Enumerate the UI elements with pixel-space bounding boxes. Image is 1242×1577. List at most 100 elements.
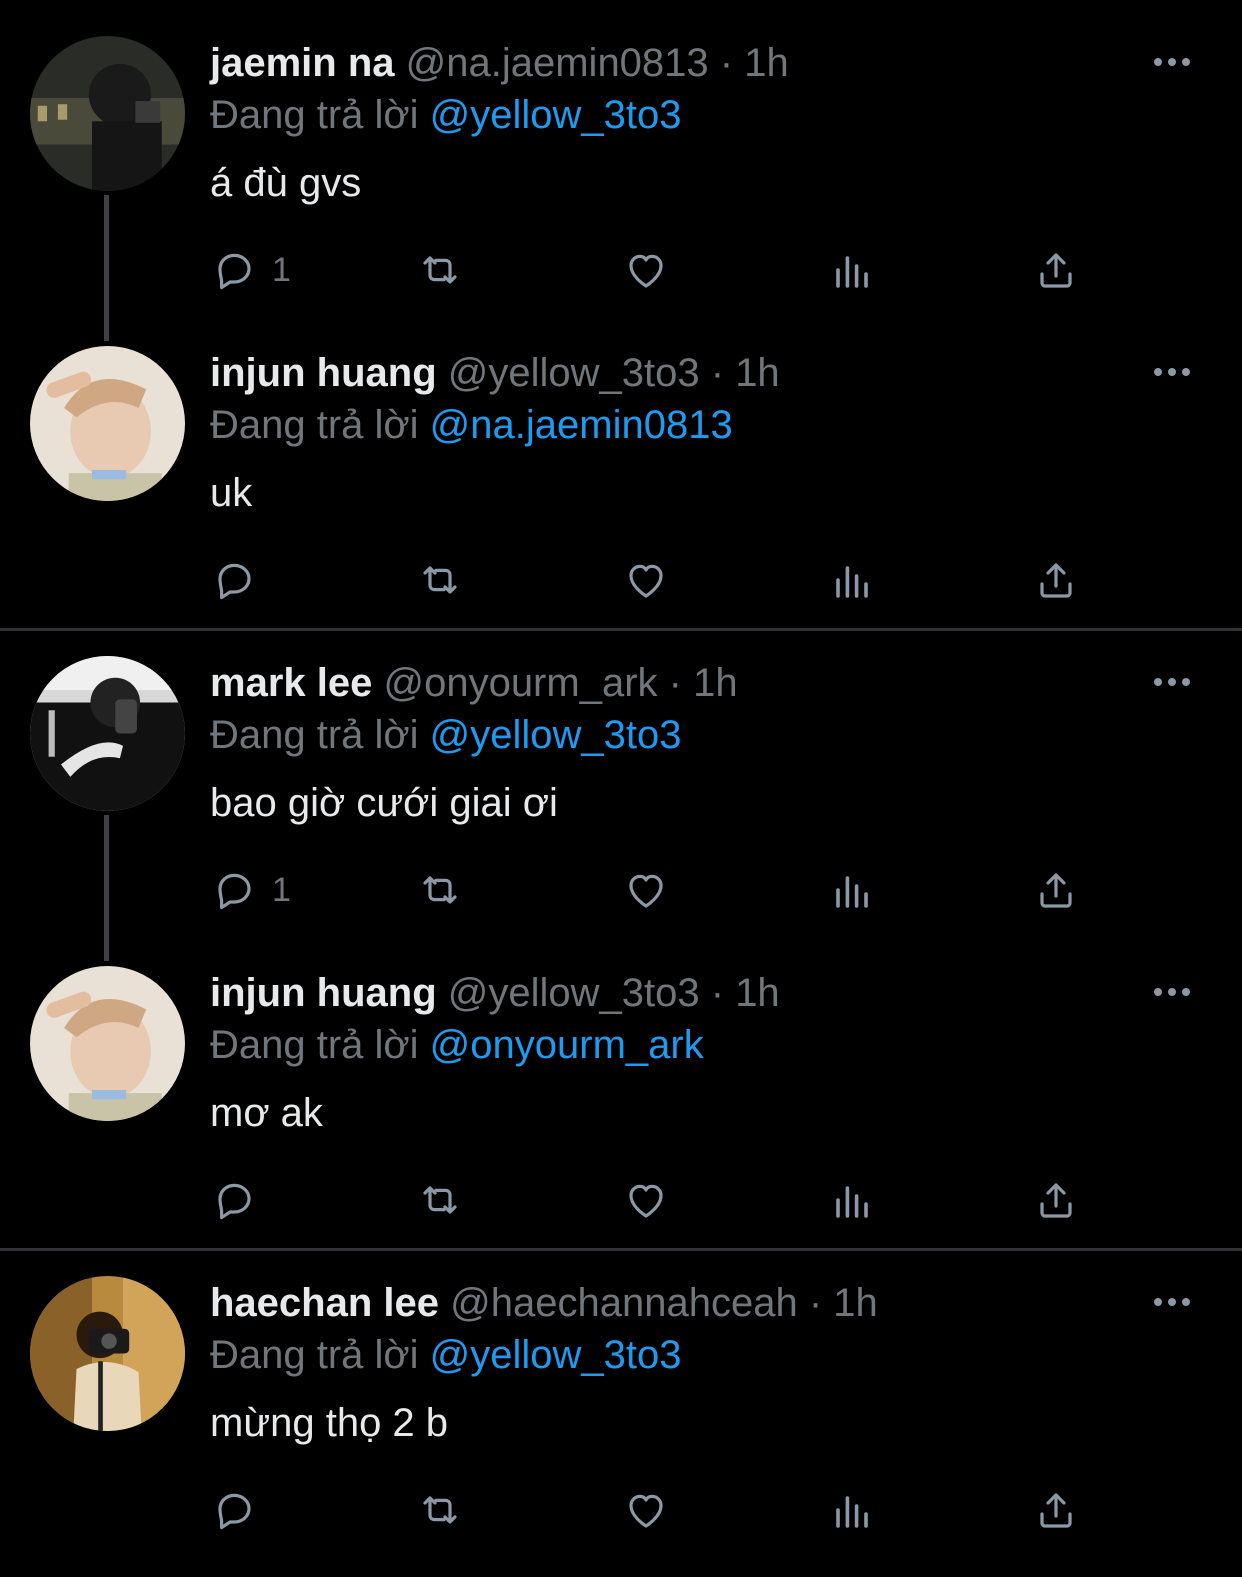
views-button[interactable] <box>828 244 876 296</box>
retweet-button[interactable] <box>416 1484 464 1536</box>
retweet-icon <box>423 1186 457 1214</box>
share-button[interactable] <box>1032 1174 1080 1226</box>
like-button[interactable] <box>622 864 670 916</box>
tweet-text: á đù gvs <box>210 161 362 205</box>
author-handle[interactable]: @onyourm_ark <box>383 661 657 705</box>
avatar-photo <box>30 346 185 501</box>
mention-link[interactable]: @onyourm_ark <box>430 1023 704 1067</box>
more-icon <box>1154 58 1190 66</box>
author-handle[interactable]: @yellow_3to3 <box>448 351 700 395</box>
avatar-photo <box>30 966 185 1121</box>
replying-to-label: Đang trả lời <box>210 1333 419 1377</box>
mention-link[interactable]: @yellow_3to3 <box>430 713 682 757</box>
views-button[interactable] <box>828 1484 876 1536</box>
author-handle[interactable]: @na.jaemin0813 <box>406 41 709 85</box>
like-icon <box>629 564 663 598</box>
author-handle[interactable]: @haechannahceah <box>450 1281 798 1325</box>
timestamp[interactable]: 1h <box>744 41 789 85</box>
like-icon <box>629 874 663 908</box>
retweet-icon <box>423 876 457 904</box>
like-button[interactable] <box>622 554 670 606</box>
reply-icon <box>218 1493 251 1530</box>
reply-button[interactable]: 1 <box>210 244 291 296</box>
mention-link[interactable]: @yellow_3to3 <box>430 93 682 137</box>
share-icon <box>1040 873 1072 908</box>
more-options-button[interactable] <box>1150 50 1194 74</box>
author-name[interactable]: jaemin na <box>210 41 395 85</box>
share-button[interactable] <box>1032 244 1080 296</box>
retweet-button[interactable] <box>416 244 464 296</box>
like-button[interactable] <box>622 1174 670 1226</box>
more-options-button[interactable] <box>1150 670 1194 694</box>
more-options-button[interactable] <box>1150 1290 1194 1314</box>
author-handle[interactable]: @yellow_3to3 <box>448 971 700 1015</box>
avatar[interactable] <box>30 656 185 811</box>
separator-dot: · <box>719 41 734 85</box>
tweet-text: bao giờ cưới giai ơi <box>210 781 558 825</box>
views-button[interactable] <box>828 1174 876 1226</box>
tweet[interactable]: jaemin na @na.jaemin0813 · 1h Đang trả l… <box>0 0 1242 310</box>
retweet-icon <box>423 566 457 594</box>
like-icon <box>629 1184 663 1218</box>
avatar[interactable] <box>30 346 185 501</box>
reply-button[interactable]: 1 <box>210 864 291 916</box>
like-icon <box>629 1494 663 1528</box>
reply-icon <box>218 1183 251 1220</box>
views-button[interactable] <box>828 554 876 606</box>
replying-to: Đang trả lời @yellow_3to3 <box>210 1332 682 1378</box>
reply-icon <box>218 253 251 290</box>
reply-button[interactable] <box>210 1174 272 1226</box>
replying-to-label: Đang trả lời <box>210 93 419 137</box>
views-icon <box>836 1186 868 1218</box>
share-button[interactable] <box>1032 554 1080 606</box>
more-icon <box>1154 988 1190 996</box>
reply-button[interactable] <box>210 1484 272 1536</box>
more-options-button[interactable] <box>1150 980 1194 1004</box>
retweet-button[interactable] <box>416 864 464 916</box>
tweet-header: injun huang @yellow_3to3 · 1h <box>210 350 780 396</box>
author-name[interactable]: haechan lee <box>210 1281 439 1325</box>
avatar[interactable] <box>30 36 185 191</box>
replying-to-label: Đang trả lời <box>210 403 419 447</box>
timestamp[interactable]: 1h <box>693 661 738 705</box>
tweet[interactable]: injun huang @yellow_3to3 · 1h Đang trả l… <box>0 310 1242 620</box>
mention-link[interactable]: @na.jaemin0813 <box>430 403 733 447</box>
share-icon <box>1040 253 1072 288</box>
timestamp[interactable]: 1h <box>735 971 780 1015</box>
replying-to-label: Đang trả lời <box>210 1023 419 1067</box>
mention-link[interactable]: @yellow_3to3 <box>430 1333 682 1377</box>
like-button[interactable] <box>622 244 670 296</box>
more-options-button[interactable] <box>1150 360 1194 384</box>
share-button[interactable] <box>1032 864 1080 916</box>
avatar[interactable] <box>30 966 185 1121</box>
action-bar: 1 <box>0 230 1242 310</box>
author-name[interactable]: injun huang <box>210 971 437 1015</box>
separator-dot: · <box>710 971 725 1015</box>
reply-icon <box>218 563 251 600</box>
retweet-button[interactable] <box>416 554 464 606</box>
tweet[interactable]: mark lee @onyourm_ark · 1h Đang trả lời … <box>0 620 1242 930</box>
tweet-text: mơ ak <box>210 1091 323 1135</box>
share-button[interactable] <box>1032 1484 1080 1536</box>
avatar[interactable] <box>30 1276 185 1431</box>
timestamp[interactable]: 1h <box>735 351 780 395</box>
timestamp[interactable]: 1h <box>833 1281 878 1325</box>
more-icon <box>1154 1298 1190 1306</box>
views-icon <box>836 876 868 908</box>
tweet[interactable]: haechan lee @haechannahceah · 1h Đang tr… <box>0 1240 1242 1550</box>
views-button[interactable] <box>828 864 876 916</box>
tweet[interactable]: injun huang @yellow_3to3 · 1h Đang trả l… <box>0 930 1242 1240</box>
retweet-button[interactable] <box>416 1174 464 1226</box>
reply-button[interactable] <box>210 554 272 606</box>
retweet-icon <box>423 1496 457 1524</box>
author-name[interactable]: injun huang <box>210 351 437 395</box>
share-icon <box>1040 1183 1072 1218</box>
separator-dot: · <box>710 351 725 395</box>
replying-to: Đang trả lời @na.jaemin0813 <box>210 402 733 448</box>
author-name[interactable]: mark lee <box>210 661 372 705</box>
views-icon <box>836 566 868 598</box>
like-button[interactable] <box>622 1484 670 1536</box>
avatar-photo <box>30 36 185 191</box>
tweet-header: injun huang @yellow_3to3 · 1h <box>210 970 780 1016</box>
avatar-photo <box>30 1276 185 1431</box>
